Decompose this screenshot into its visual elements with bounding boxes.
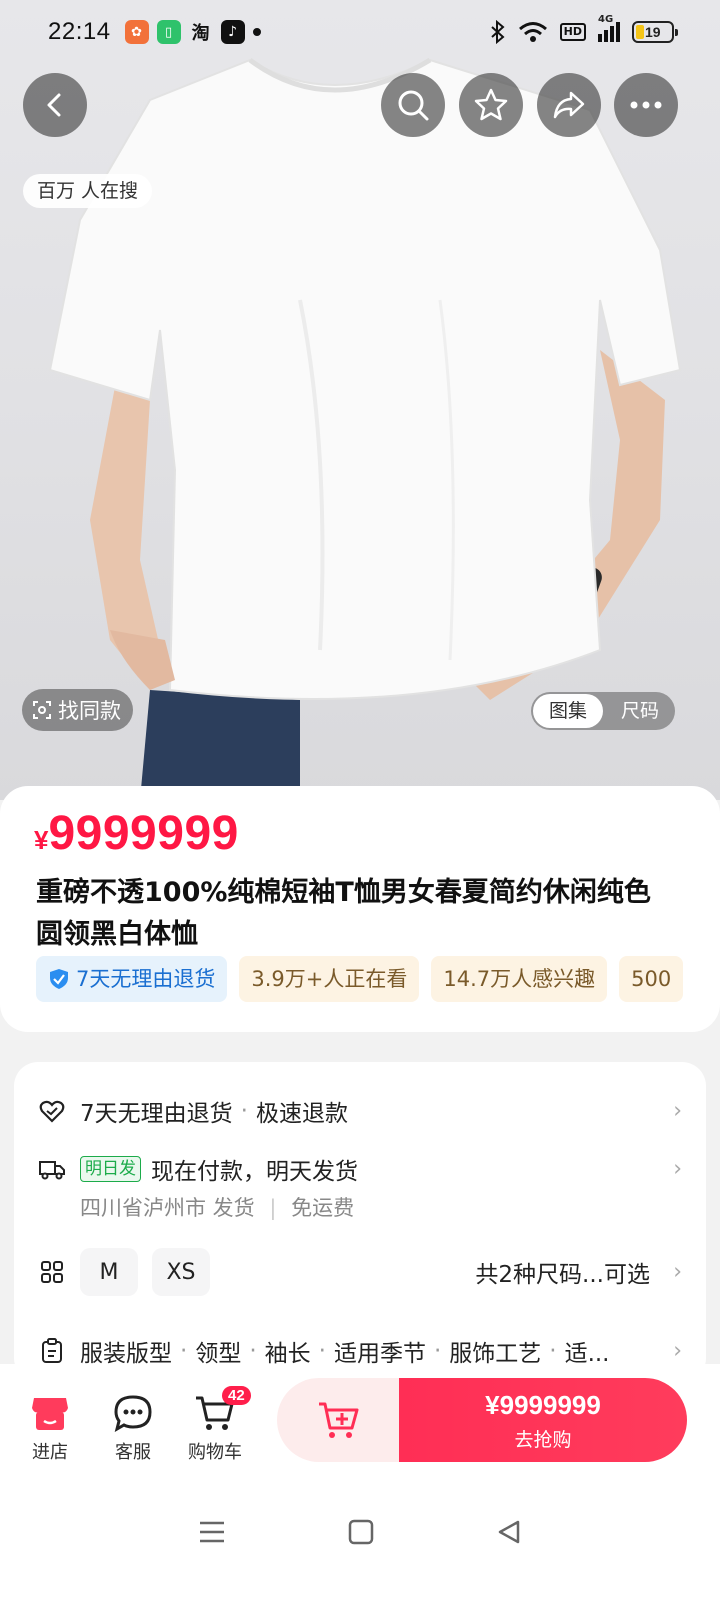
status-bar: 22:14 ✿ ▯ 淘 ♪ HD 4G 19 [0,0,720,64]
favorite-button[interactable] [459,73,523,137]
tab-gallery[interactable]: 图集 [533,694,603,728]
chevron-right-icon: › [673,1338,682,1364]
clipboard-icon [38,1337,66,1365]
search-icon [398,90,429,121]
chevron-right-icon: › [673,1098,682,1124]
attr-craft: 服饰工艺 [449,1341,542,1367]
shipping-origin: 四川省泸州市 发货 [80,1196,255,1220]
tag-return-policy[interactable]: 7天无理由退货 [36,956,228,1002]
hd-icon: HD [559,23,586,41]
battery-icon: 19 [632,21,678,43]
chevron-left-icon [47,93,61,117]
customer-service-label: 客服 [115,1442,151,1463]
attr-collar: 领型 [195,1341,242,1367]
battery-level: 19 [645,24,661,40]
chevron-right-icon: › [673,1259,682,1285]
attr-sleeve: 袖长 [264,1341,311,1367]
tab-size[interactable]: 尺码 [605,694,675,728]
taobao-icon: 淘 [191,23,210,44]
product-title: 重磅不透100%纯棉短袖T恤男女春夏简约休闲纯色圆领黑白体恤 [36,877,651,950]
star-icon [474,88,508,121]
add-to-cart-button[interactable] [277,1378,401,1462]
shield-check-icon [50,969,68,989]
bluetooth-icon [490,20,505,44]
signal-icon: 4G [598,14,620,42]
chat-icon [98,1392,168,1434]
status-time: 22:14 [48,18,111,45]
search-popularity-badge: 百万 人在搜 [23,174,153,208]
cart-button[interactable]: 42 购物车 [180,1386,251,1464]
sizes-summary: 共2种尺码...可选 [475,1262,650,1288]
tag-viewing: 3.9万+人正在看 [239,956,420,1002]
store-icon [15,1392,85,1434]
product-tags: 7天无理由退货 3.9万+人正在看 14.7万人感兴趣 500 [36,956,720,1002]
shipping-fee: 免运费 [291,1196,355,1220]
find-same-label: 找同款 [58,699,121,723]
share-button[interactable] [537,73,601,137]
wifi-icon [518,22,547,42]
pinduoduo-icon: ✿ [124,20,149,44]
grid-icon [38,1258,66,1286]
tag-return-label: 7天无理由退货 [76,967,216,991]
menu-icon[interactable] [198,1520,226,1544]
notification-icons: ✿ ▯ 淘 ♪ [124,20,261,44]
home-square-icon[interactable] [348,1519,374,1545]
service-card: 7天无理由退货 · 极速退款 › 明日发 现在付款，明天发货 › M XS 共2… [14,1062,706,1382]
shipping-origin-line: 四川省泸州市 发货 | 免运费 [80,1196,355,1220]
price-value: 9999999 [48,807,239,860]
more-dots-icon [630,101,662,109]
scan-icon [33,701,51,719]
system-nav-bar [0,1492,720,1572]
buy-price: ¥9999999 [485,1390,601,1420]
heart-shield-icon [38,1097,66,1125]
shipping-row[interactable]: 明日发 现在付款，明天发货 › [38,1152,682,1186]
product-photo [48,57,682,800]
attr-fit: 服装版型 [80,1341,172,1367]
customer-service-button[interactable]: 客服 [98,1392,168,1464]
tiktok-icon: ♪ [220,20,245,44]
returns-main: 7天无理由退货 [80,1101,233,1127]
price-card: ¥9999999 重磅不透100%纯棉短袖T恤男女春夏简约休闲纯色圆领黑白体恤 … [0,786,720,1032]
shipping-text: 现在付款，明天发货 [151,1159,358,1185]
product-price: ¥9999999 [34,806,239,861]
cart-label: 购物车 [188,1442,242,1463]
more-notifications-dot [252,28,261,36]
buy-now-button[interactable]: ¥9999999 去抢购 [399,1378,687,1462]
tag-interested: 14.7万人感兴趣 [431,956,608,1002]
buy-label: 去抢购 [514,1429,572,1451]
product-image[interactable] [0,0,720,800]
image-tabs: 图集 尺码 [531,692,675,730]
more-button[interactable] [614,73,678,137]
truck-icon [38,1155,66,1183]
add-cart-icon [319,1402,359,1438]
size-option-xs[interactable]: XS [152,1248,210,1296]
attr-more: 适... [564,1341,610,1367]
attributes-row[interactable]: 服装版型 · 领型 · 袖长 · 适用季节 · 服饰工艺 · 适... › [38,1334,682,1368]
store-label: 进店 [32,1442,68,1463]
share-icon [553,91,585,119]
returns-row[interactable]: 7天无理由退货 · 极速退款 › [38,1094,682,1128]
tag-sold: 500 [619,956,684,1002]
cart-count-badge: 42 [222,1386,251,1405]
back-button[interactable] [23,73,87,137]
attr-season: 适用季节 [333,1341,426,1367]
find-same-button[interactable]: 找同款 [22,689,133,731]
tomorrow-ship-badge: 明日发 [80,1156,141,1182]
search-button[interactable] [381,73,445,137]
bottom-action-bar: 进店 客服 42 购物车 ¥9999999 去抢购 [0,1364,720,1612]
network-type: 4G [598,14,614,25]
back-triangle-icon[interactable] [496,1519,522,1545]
price-currency: ¥ [34,825,49,855]
chevron-right-icon: › [673,1156,682,1182]
store-button[interactable]: 进店 [15,1392,85,1464]
size-row[interactable]: M XS 共2种尺码...可选 › [38,1248,682,1296]
returns-extra: 极速退款 [255,1101,348,1127]
phone-manager-icon: ▯ [156,20,181,44]
size-option-m[interactable]: M [80,1248,138,1296]
